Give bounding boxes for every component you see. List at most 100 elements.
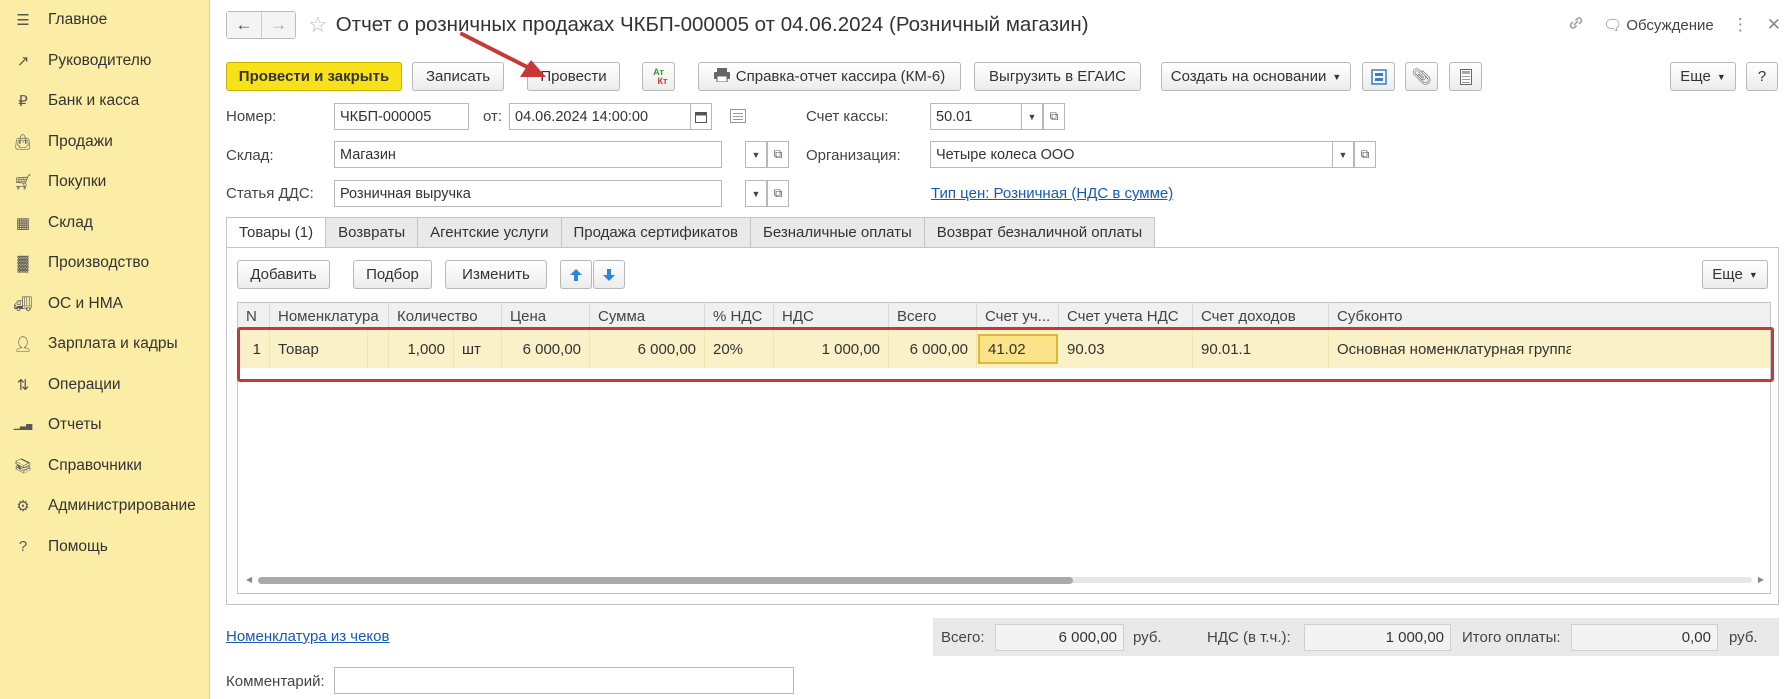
pick-button[interactable]: Подбор (353, 260, 432, 289)
cash-account-open-button[interactable]: ⧉ (1043, 103, 1065, 130)
cell-income-account[interactable]: 90.01.1 (1193, 330, 1329, 368)
forward-button[interactable]: → (261, 12, 295, 38)
price-type-link[interactable]: Тип цен: Розничная (НДС в сумме) (931, 185, 1173, 202)
sidebar-item-7[interactable]: 🚚︎ ОС и НМА (0, 284, 209, 325)
col-vat-rate[interactable]: % НДС (705, 303, 774, 329)
dds-dropdown[interactable]: ▼ (745, 180, 767, 207)
sidebar-item-10[interactable]: ▁▃▅ Отчеты (0, 405, 209, 446)
table-row[interactable]: 1 Товар 1,000 шт 6 000,00 6 000,00 20% 1… (238, 330, 1770, 368)
sidebar-item-2[interactable]: ₽ Банк и касса (0, 81, 209, 122)
col-income-account[interactable]: Счет доходов (1193, 303, 1329, 329)
cash-account-dropdown[interactable]: ▼ (1021, 103, 1043, 130)
calendar-button[interactable] (690, 103, 712, 130)
add-row-button[interactable]: Добавить (237, 260, 330, 289)
tab-4[interactable]: Безналичные оплаты (751, 217, 925, 248)
totals-panel: Всего: 6 000,00 руб. НДС (в т.ч.): 1 000… (933, 618, 1779, 656)
sidebar-item-1[interactable]: ↗ Руководителю (0, 41, 209, 82)
post-button[interactable]: Провести (527, 62, 620, 91)
sidebar-item-12[interactable]: ⚙ Администрирование (0, 486, 209, 527)
dds-field[interactable]: Розничная выручка (334, 180, 722, 207)
warehouse-field[interactable]: Магазин (334, 141, 722, 168)
cell-unit[interactable]: шт (454, 330, 502, 368)
cell-total[interactable]: 6 000,00 (889, 330, 977, 368)
discussion-button[interactable]: 🗨︎ Обсуждение (1603, 16, 1714, 34)
tab-5[interactable]: Возврат безналичной оплаты (924, 217, 1156, 248)
cash-account-label: Счет кассы: (806, 108, 889, 125)
post-and-close-button[interactable]: Провести и закрыть (226, 62, 402, 91)
comment-field[interactable] (334, 667, 794, 694)
sidebar-item-9[interactable]: ⇅ Операции (0, 365, 209, 406)
col-account[interactable]: Счет уч... (977, 303, 1059, 329)
calculator-button[interactable] (1449, 62, 1482, 91)
organization-open-button[interactable]: ⧉ (1354, 141, 1376, 168)
help-button[interactable]: ? (1746, 62, 1778, 91)
col-total[interactable]: Всего (889, 303, 977, 329)
save-button[interactable]: Записать (412, 62, 504, 91)
receipts-items-link[interactable]: Номенклатура из чеков (226, 628, 389, 645)
col-price[interactable]: Цена (502, 303, 590, 329)
cell-vat-rate[interactable]: 20% (705, 330, 774, 368)
cell-qty[interactable]: 1,000 (389, 330, 454, 368)
cell-vat-account[interactable]: 90.03 (1059, 330, 1193, 368)
col-sum[interactable]: Сумма (590, 303, 705, 329)
dds-open-button[interactable]: ⧉ (767, 180, 789, 207)
col-qty[interactable]: Количество (389, 303, 502, 329)
cell-account[interactable]: 41.02 (978, 334, 1058, 364)
sidebar-item-6[interactable]: ▓ Производство (0, 243, 209, 284)
egais-upload-button[interactable]: Выгрузить в ЕГАИС (974, 62, 1141, 91)
attachment-button[interactable]: 📎︎ (1405, 62, 1438, 91)
col-item[interactable]: Номенклатура (270, 303, 389, 329)
number-field[interactable]: ЧКБП-000005 (334, 103, 469, 130)
sidebar-item-0[interactable]: ☰ Главное (0, 0, 209, 41)
close-icon[interactable]: ✕ (1767, 15, 1781, 35)
tab-0[interactable]: Товары (1) (226, 217, 327, 248)
cell-sum[interactable]: 6 000,00 (590, 330, 705, 368)
cell-vat[interactable]: 1 000,00 (774, 330, 889, 368)
scroll-thumb[interactable] (258, 577, 1073, 584)
sidebar-item-3[interactable]: 👜︎ Продажи (0, 122, 209, 163)
col-subconto[interactable]: Субконто (1329, 303, 1571, 329)
cell-subconto[interactable]: Основная номенклатурная группа (1329, 330, 1571, 368)
warehouse-dropdown[interactable]: ▼ (745, 141, 767, 168)
scroll-right-icon[interactable]: ▶ (1758, 575, 1764, 584)
create-based-on-button[interactable]: Создать на основании ▼ (1161, 62, 1351, 91)
sidebar-item-8[interactable]: 👤︎ Зарплата и кадры (0, 324, 209, 365)
col-vat-account[interactable]: Счет учета НДС (1059, 303, 1193, 329)
more-button[interactable]: Еще ▼ (1670, 62, 1736, 91)
list-icon[interactable] (730, 109, 746, 127)
more-vert-icon[interactable]: ⋮ (1732, 15, 1749, 35)
structure-icon-button[interactable] (1362, 62, 1395, 91)
sidebar-item-13[interactable]: ? Помощь (0, 527, 209, 568)
tab-2[interactable]: Агентские услуги (418, 217, 562, 248)
sidebar-item-11[interactable]: 📚︎ Справочники (0, 446, 209, 487)
dt-kt-button[interactable]: Ат Кт (642, 62, 675, 91)
organization-label: Организация: (806, 147, 901, 164)
date-label: от: (483, 108, 503, 125)
table-more-button[interactable]: Еще ▼ (1702, 260, 1768, 289)
cell-item[interactable]: Товар (270, 330, 368, 368)
sidebar-item-5[interactable]: ▦ Склад (0, 203, 209, 244)
edit-button[interactable]: Изменить (445, 260, 547, 289)
cell-n[interactable]: 1 (238, 330, 270, 368)
date-field[interactable]: 04.06.2024 14:00:00 (509, 103, 691, 130)
move-down-button[interactable] (593, 260, 625, 289)
cell-item-extra[interactable] (368, 330, 389, 368)
vat-total-value: 1 000,00 (1304, 624, 1451, 651)
col-vat[interactable]: НДС (774, 303, 889, 329)
cashier-report-button[interactable]: Справка-отчет кассира (КМ-6) (698, 62, 961, 91)
warehouse-open-button[interactable]: ⧉ (767, 141, 789, 168)
col-n[interactable]: N (238, 303, 270, 329)
organization-field[interactable]: Четыре колеса ООО (930, 141, 1354, 168)
scroll-left-icon[interactable]: ◀ (246, 575, 252, 584)
cell-price[interactable]: 6 000,00 (502, 330, 590, 368)
tab-1[interactable]: Возвраты (326, 217, 419, 248)
move-up-button[interactable] (560, 260, 592, 289)
link-icon[interactable] (1567, 14, 1585, 37)
horizontal-scrollbar[interactable]: ◀ ▶ (246, 575, 1764, 585)
tab-3[interactable]: Продажа сертификатов (561, 217, 752, 248)
favorite-star-icon[interactable]: ☆ (308, 12, 328, 38)
back-button[interactable]: ← (227, 12, 261, 38)
organization-dropdown[interactable]: ▼ (1332, 141, 1354, 168)
cart-icon: 🛒︎ (13, 174, 33, 192)
sidebar-item-4[interactable]: 🛒︎ Покупки (0, 162, 209, 203)
